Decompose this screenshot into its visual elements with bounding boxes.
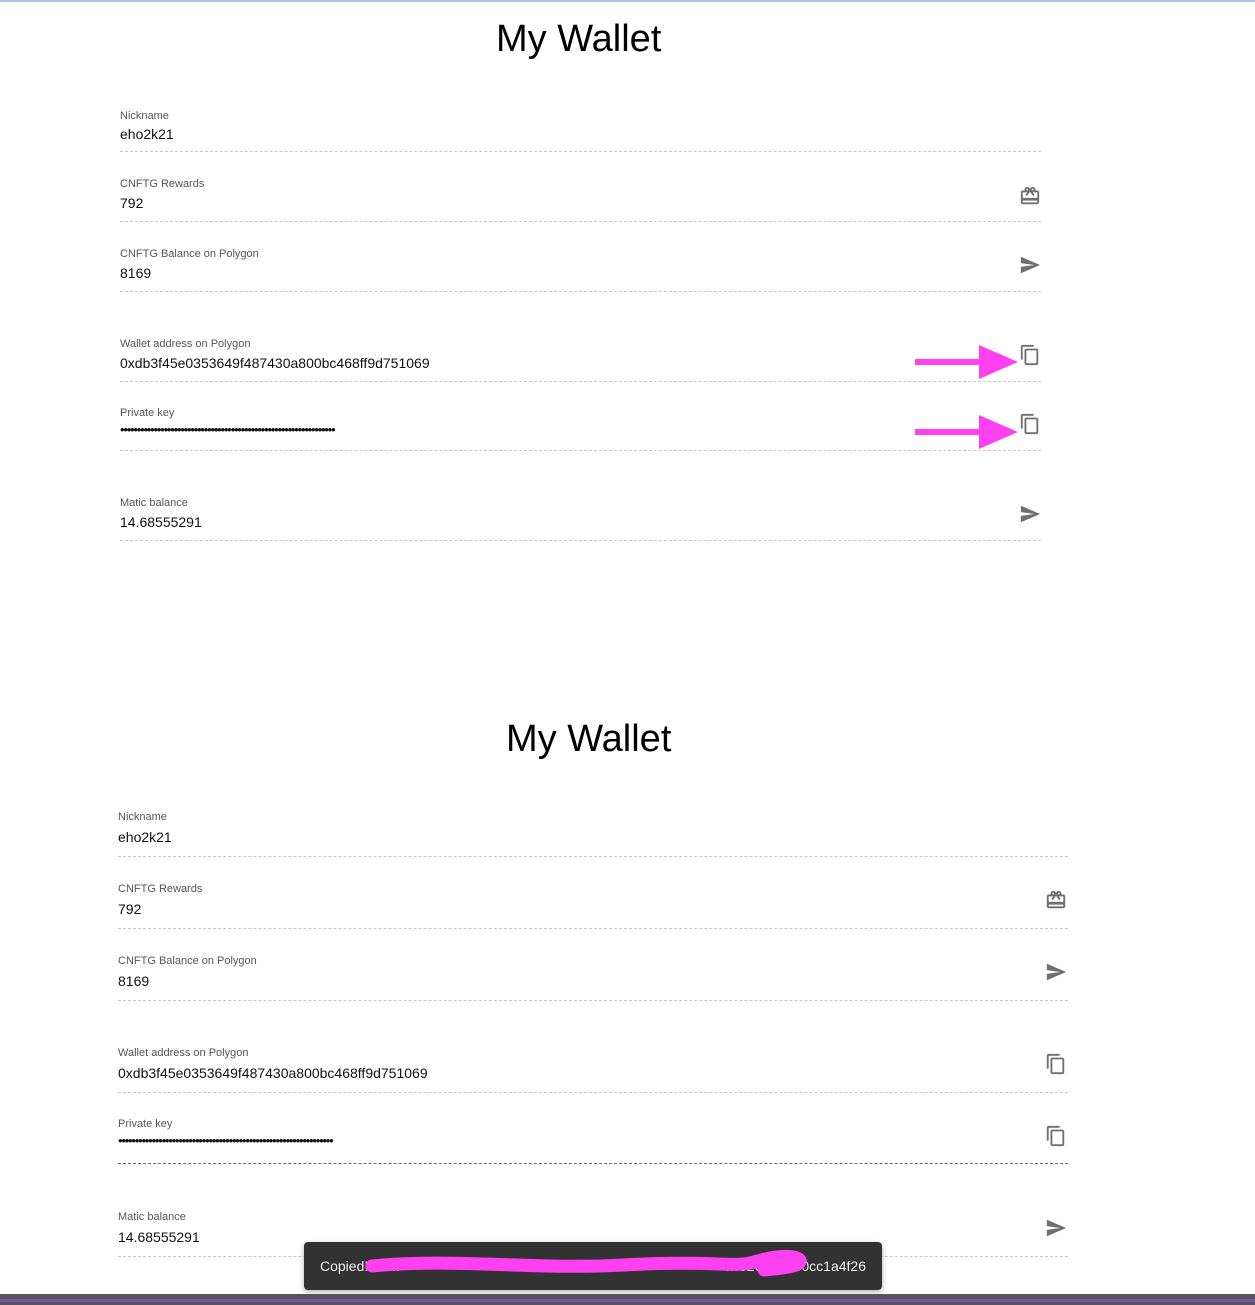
private-key-label: Private key <box>118 1118 173 1130</box>
redeem-icon[interactable] <box>1042 886 1070 914</box>
send-icon[interactable] <box>1042 1214 1070 1242</box>
private-key-value: ••••••••••••••••••••••••••••••••••••••••… <box>120 422 336 437</box>
matic-balance-label: Matic balance <box>118 1211 186 1223</box>
rewards-value: 792 <box>118 901 142 917</box>
rewards-label: CNFTG Rewards <box>120 178 205 190</box>
copy-icon[interactable] <box>1016 410 1044 438</box>
rewards-field: CNFTG Rewards 792 <box>120 178 1041 222</box>
nickname-label: Nickname <box>120 110 169 122</box>
matic-balance-value: 14.68555291 <box>120 514 202 530</box>
private-key-label: Private key <box>120 407 175 419</box>
annotation-arrow-icon <box>915 345 1018 379</box>
wallet-address-value: 0xdb3f45e0353649f487430a800bc468ff9d7510… <box>118 1065 428 1081</box>
matic-balance-value: 14.68555291 <box>118 1229 200 1245</box>
wallet-address-label: Wallet address on Polygon <box>118 1047 249 1059</box>
redeem-icon[interactable] <box>1016 182 1044 210</box>
polygon-balance-field: CNFTG Balance on Polygon 8169 <box>120 248 1041 292</box>
redaction-scribble-icon <box>365 1249 807 1277</box>
polygon-balance-value: 8169 <box>120 265 152 281</box>
rewards-field: CNFTG Rewards 792 <box>118 883 1068 929</box>
polygon-balance-label: CNFTG Balance on Polygon <box>118 955 257 967</box>
page-title: My Wallet <box>496 18 662 60</box>
send-icon[interactable] <box>1042 958 1070 986</box>
nickname-value: eho2k21 <box>118 829 172 845</box>
private-key-field: Private key ••••••••••••••••••••••••••••… <box>118 1118 1068 1164</box>
wallet-address-field: Wallet address on Polygon 0xdb3f45e03536… <box>118 1047 1068 1093</box>
send-icon[interactable] <box>1016 500 1044 528</box>
annotation-arrow-icon <box>915 415 1018 449</box>
copied-toast: Copied! 0x… …3264154e0cc1a4f26 <box>304 1242 882 1290</box>
private-key-value: ••••••••••••••••••••••••••••••••••••••••… <box>118 1133 334 1148</box>
nickname-field: Nickname eho2k21 <box>118 811 1068 857</box>
page-title: My Wallet <box>506 718 672 760</box>
polygon-balance-value: 8169 <box>118 973 150 989</box>
wallet-address-value: 0xdb3f45e0353649f487430a800bc468ff9d7510… <box>120 355 430 371</box>
polygon-balance-field: CNFTG Balance on Polygon 8169 <box>118 955 1068 1001</box>
private-key-field: Private key ••••••••••••••••••••••••••••… <box>120 407 1041 451</box>
copy-icon[interactable] <box>1042 1122 1070 1150</box>
copy-icon[interactable] <box>1042 1050 1070 1078</box>
rewards-value: 792 <box>120 195 144 211</box>
matic-balance-field: Matic balance 14.68555291 <box>120 497 1041 541</box>
nickname-label: Nickname <box>118 811 167 823</box>
polygon-balance-label: CNFTG Balance on Polygon <box>120 248 259 260</box>
top-border <box>0 0 1255 2</box>
wallet-address-field: Wallet address on Polygon 0xdb3f45e03536… <box>120 338 1041 382</box>
send-icon[interactable] <box>1016 251 1044 279</box>
copy-icon[interactable] <box>1016 341 1044 369</box>
rewards-label: CNFTG Rewards <box>118 883 203 895</box>
bottom-bar <box>0 1294 1255 1305</box>
nickname-field: Nickname eho2k21 <box>120 108 1041 152</box>
nickname-value: eho2k21 <box>120 126 174 142</box>
matic-balance-label: Matic balance <box>120 497 188 509</box>
bottom-strip <box>0 1299 1255 1302</box>
wallet-address-label: Wallet address on Polygon <box>120 338 251 350</box>
